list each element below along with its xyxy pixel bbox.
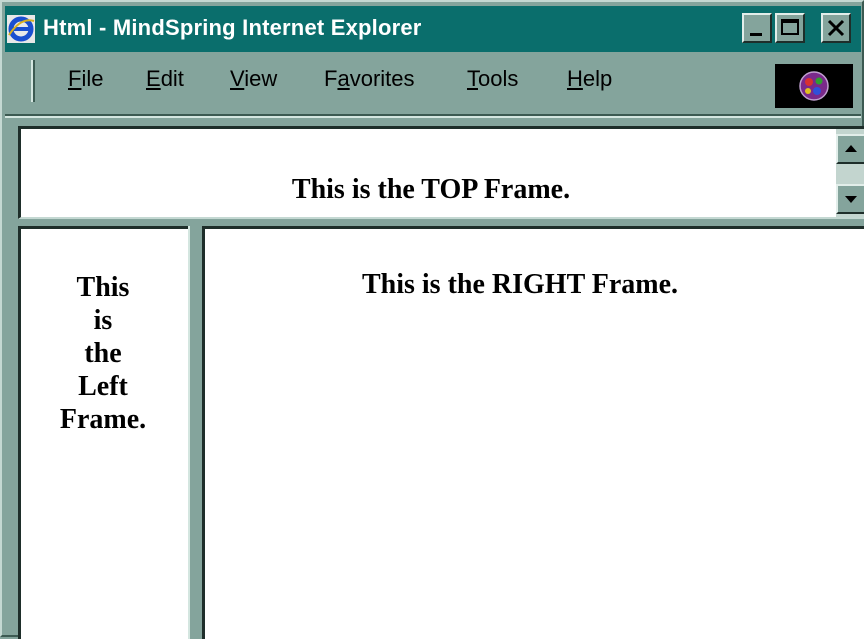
scroll-down-button[interactable]: [836, 184, 864, 214]
left-frame-line: This: [76, 272, 130, 303]
menu-tools[interactable]: Tools: [467, 66, 518, 92]
menu-help[interactable]: Help: [567, 66, 612, 92]
minimize-button[interactable]: [742, 13, 772, 43]
left-frame-line: is: [93, 305, 113, 336]
menu-view[interactable]: View: [230, 66, 277, 92]
menu-favorites[interactable]: Favorites: [324, 66, 415, 92]
menu-bar: File Edit View Favorites Tools Help: [5, 56, 861, 118]
maximize-icon: [781, 19, 799, 35]
left-frame: This is the Left Frame.: [18, 226, 188, 639]
right-frame: This is the RIGHT Frame.: [202, 226, 864, 639]
left-frame-text: This is the Left Frame.: [43, 271, 163, 436]
left-frame-line: Frame.: [59, 404, 147, 435]
right-frame-text: This is the RIGHT Frame.: [361, 269, 679, 300]
arrow-up-icon: [845, 145, 857, 152]
left-frame-line: Left: [78, 371, 128, 402]
frameset: This is the TOP Frame. This is the Left …: [18, 126, 864, 639]
browser-window: Html - MindSpring Internet Explorer File…: [0, 0, 864, 639]
menu-edit[interactable]: Edit: [146, 66, 184, 92]
arrow-down-icon: [845, 196, 857, 203]
menu-file[interactable]: File: [68, 66, 103, 92]
title-bar[interactable]: Html - MindSpring Internet Explorer: [5, 6, 861, 52]
menu-separator: [5, 114, 861, 118]
mindspring-logo: [775, 64, 853, 108]
minimize-icon: [750, 33, 762, 36]
maximize-button[interactable]: [775, 13, 805, 43]
top-frame: This is the TOP Frame.: [18, 126, 864, 219]
left-frame-line: the: [84, 338, 122, 369]
top-frame-text: This is the TOP Frame.: [291, 174, 571, 205]
scroll-up-button[interactable]: [836, 134, 864, 164]
window-title: Html - MindSpring Internet Explorer: [43, 15, 422, 40]
menu-bar-grip[interactable]: [31, 60, 35, 102]
top-frame-scrollbar[interactable]: [836, 129, 864, 217]
close-icon: [827, 19, 845, 37]
ie-icon: [7, 15, 35, 43]
close-button[interactable]: [821, 13, 851, 43]
